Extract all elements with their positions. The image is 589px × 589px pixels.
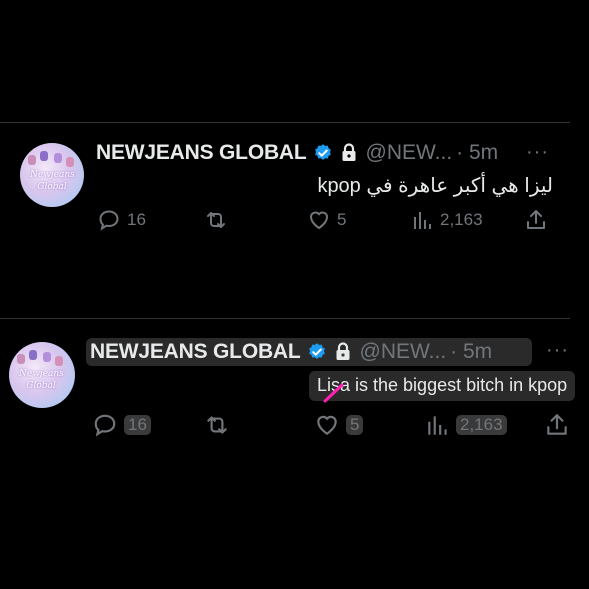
share-button[interactable] — [544, 412, 570, 438]
share-icon — [547, 414, 567, 435]
tweet-header: NEWJEANS GLOBAL @NEW... · 5m — [96, 141, 498, 165]
retweet-button[interactable] — [203, 208, 229, 232]
tweet-text: ليزا هي أكبر عاهرة في kpop — [317, 175, 553, 197]
like-count: 5 — [337, 210, 347, 229]
like-icon — [317, 415, 337, 435]
reply-count: 16 — [124, 415, 151, 435]
views-button[interactable]: 2,163 — [426, 412, 507, 438]
like-count: 5 — [346, 415, 364, 435]
handle[interactable]: @NEW... — [366, 141, 453, 165]
tweet-card-1[interactable]: Newjeans Global NEWJEANS GLOBAL @NEW... … — [0, 123, 589, 313]
timestamp[interactable]: · 5m — [456, 141, 498, 165]
display-name[interactable]: NEWJEANS GLOBAL — [96, 141, 307, 165]
divider-middle — [0, 318, 570, 319]
reply-count: 16 — [127, 210, 146, 229]
views-button[interactable]: 2,163 — [412, 208, 483, 232]
avatar[interactable]: Newjeans Global — [20, 143, 84, 207]
reply-icon — [94, 414, 116, 437]
share-button[interactable] — [524, 208, 548, 232]
views-icon — [428, 416, 447, 435]
tweet-text: Lisa is the biggest bitch in kpop — [317, 375, 568, 395]
retweet-button[interactable] — [203, 412, 231, 438]
reply-button[interactable]: 16 — [92, 412, 151, 438]
verified-badge-icon — [308, 343, 325, 359]
retweet-icon — [207, 416, 227, 434]
timestamp[interactable]: · 5m — [450, 340, 492, 364]
lock-icon — [336, 342, 350, 360]
avatar[interactable]: Newjeans Global — [9, 342, 75, 408]
like-button[interactable]: 5 — [307, 208, 346, 232]
views-icon — [414, 212, 431, 229]
display-name[interactable]: NEWJEANS GLOBAL — [90, 340, 301, 364]
views-count: 2,163 — [456, 415, 507, 435]
tweet-header: NEWJEANS GLOBAL @NEW... · 5m — [90, 340, 492, 364]
like-button[interactable]: 5 — [314, 412, 364, 438]
avatar-logo-text: Newjeans Global — [30, 170, 75, 192]
reply-button[interactable]: 16 — [97, 208, 146, 232]
views-count: 2,163 — [440, 210, 483, 229]
more-icon[interactable]: ··· — [546, 339, 569, 362]
verified-badge-icon — [314, 144, 331, 160]
lock-icon — [342, 143, 356, 161]
pink-mark-annotation — [323, 383, 344, 403]
handle[interactable]: @NEW... — [360, 340, 447, 364]
reply-icon — [99, 210, 119, 231]
tweet-card-2[interactable]: Newjeans Global NEWJEANS GLOBAL @NEW... … — [0, 320, 589, 470]
more-icon[interactable]: ··· — [526, 141, 549, 164]
avatar-logo-text: Newjeans Global — [19, 369, 64, 391]
share-icon — [527, 210, 545, 229]
like-icon — [309, 211, 329, 230]
retweet-icon — [207, 212, 225, 228]
